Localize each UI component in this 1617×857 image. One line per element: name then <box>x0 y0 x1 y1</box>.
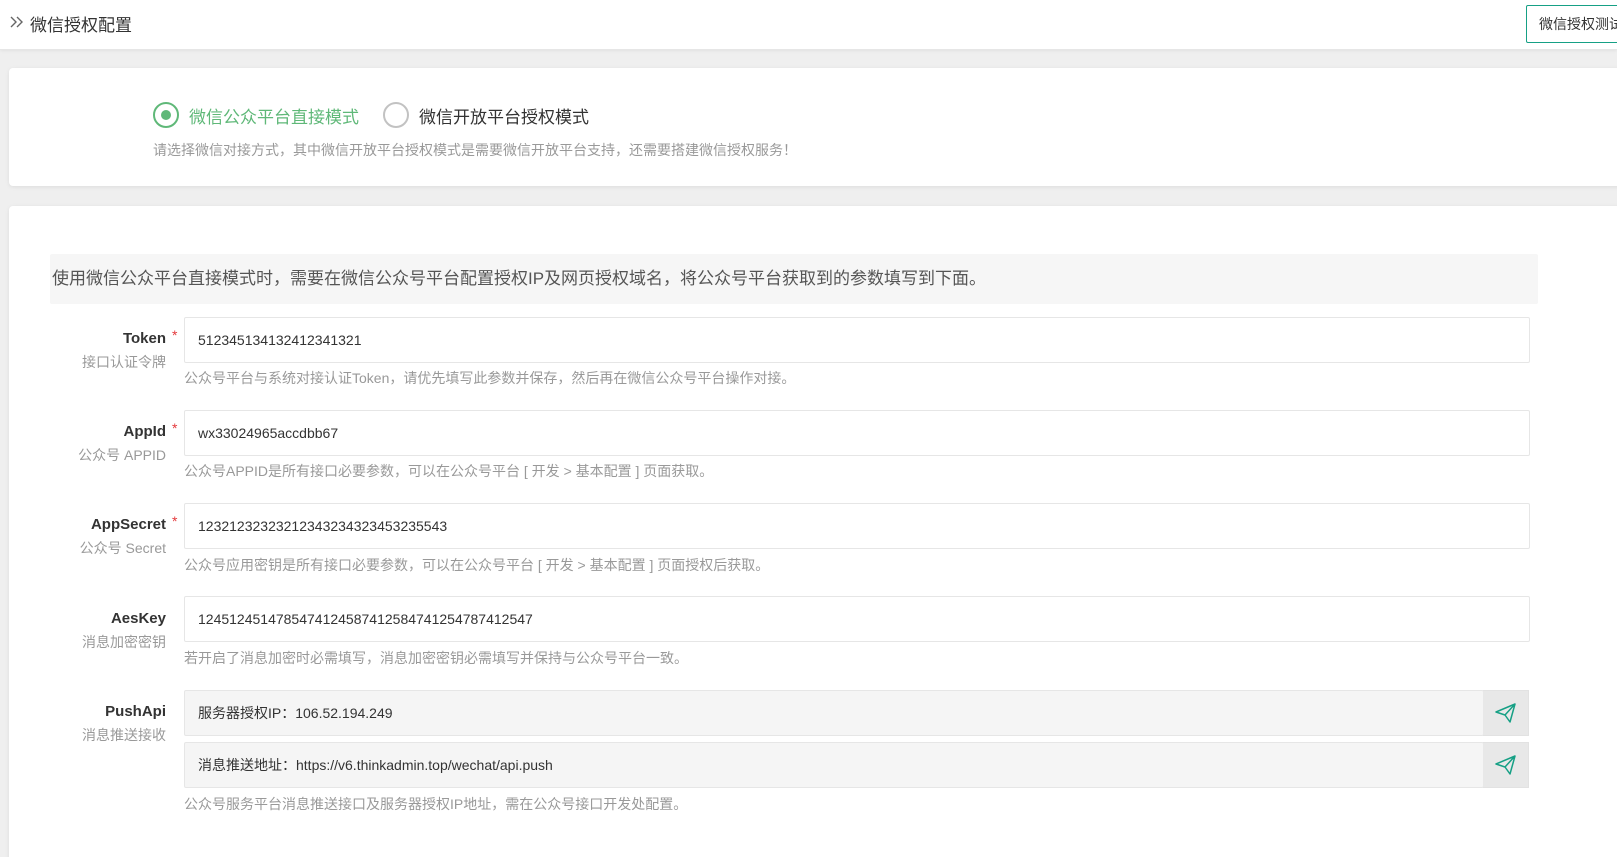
send-icon <box>1494 755 1516 775</box>
radio-wechat-mp-direct[interactable]: 微信公众平台直接模式 <box>153 102 359 128</box>
pushapi-label: PushApi 消息推送接收 <box>6 703 166 745</box>
wechat-auth-test-button[interactable]: 微信授权测试 <box>1526 5 1617 43</box>
required-mark: * <box>172 420 178 436</box>
field-label-sub: 消息加密密钥 <box>82 634 166 650</box>
radio-label: 微信开放平台授权模式 <box>419 107 589 127</box>
mode-help-text: 请选择微信对接方式，其中微信开放平台授权模式是需要微信开放平台支持，还需要搭建微… <box>153 142 797 158</box>
appsecret-label: AppSecret 公众号 Secret <box>6 516 166 558</box>
pushapi-help: 公众号服务平台消息推送接口及服务器授权IP地址，需在公众号接口开发处配置。 <box>184 796 688 812</box>
field-label-sub: 消息推送接收 <box>82 727 166 743</box>
field-label-main: Token <box>122 330 166 347</box>
copy-server-ip-button[interactable] <box>1483 690 1529 736</box>
appsecret-input[interactable]: 1232123232321234323432345323​5543 <box>184 503 1530 549</box>
field-label-main: PushApi <box>105 703 166 720</box>
aeskey-help: 若开启了消息加密时必需填写，消息加密密钥必需填写并保持与公众号平台一致。 <box>184 650 688 666</box>
aeskey-label: AesKey 消息加密密钥 <box>6 610 166 652</box>
radio-label: 微信公众平台直接模式 <box>189 107 359 127</box>
field-label-main: AppId <box>123 423 167 440</box>
send-icon <box>1494 703 1516 723</box>
radio-checked-icon <box>153 102 179 128</box>
field-label-sub: 公众号 APPID <box>78 447 166 463</box>
appsecret-help: 公众号应用密钥是所有接口必要参数，可以在公众号平台 [ 开发 > 基本配置 ] … <box>184 557 770 573</box>
appid-input[interactable]: wx33024965accdbb67 <box>184 410 1530 456</box>
token-input[interactable]: 5123451341324123413​21 <box>184 317 1530 363</box>
page-title: 微信授权配置 <box>30 16 132 35</box>
appid-help: 公众号APPID是所有接口必要参数，可以在公众号平台 [ 开发 > 基本配置 ]… <box>184 463 714 479</box>
config-card: 使用微信公众平台直接模式时，需要在微信公众号平台配置授权IP及网页授权域名，将公… <box>9 206 1617 857</box>
appid-label: AppId 公众号 APPID <box>6 423 166 465</box>
copy-push-url-button[interactable] <box>1483 742 1529 788</box>
config-notice: 使用微信公众平台直接模式时，需要在微信公众号平台配置授权IP及网页授权域名，将公… <box>50 254 1538 304</box>
mode-card: 微信公众平台直接模式 微信开放平台授权模式 请选择微信对接方式，其中微信开放平台… <box>9 68 1617 186</box>
required-mark: * <box>172 327 178 343</box>
token-help: 公众号平台与系统对接认证Token，请优先填写此参数并保存，然后再在微信公众号平… <box>184 370 796 386</box>
page-header: 微信授权配置 微信授权测试 <box>0 0 1617 50</box>
field-label-main: AppSecret <box>90 516 166 533</box>
double-chevron-right-icon <box>10 16 23 28</box>
radio-unchecked-icon <box>383 102 409 128</box>
field-label-sub: 公众号 Secret <box>79 540 166 556</box>
radio-wechat-open-platform[interactable]: 微信开放平台授权模式 <box>383 102 589 128</box>
required-mark: * <box>172 513 178 529</box>
aeskey-input[interactable]: 1245124514785474124587412584741254787412… <box>184 596 1530 642</box>
field-label-main: AesKey <box>110 610 166 627</box>
server-ip-field[interactable]: 服务器授权IP：106.52.194.249 <box>184 690 1484 736</box>
field-label-sub: 接口认证令牌 <box>82 354 166 370</box>
token-label: Token 接口认证令牌 <box>6 330 166 372</box>
push-url-field[interactable]: 消息推送地址：https://v6.thinkadmin.top/wechat/… <box>184 742 1484 788</box>
